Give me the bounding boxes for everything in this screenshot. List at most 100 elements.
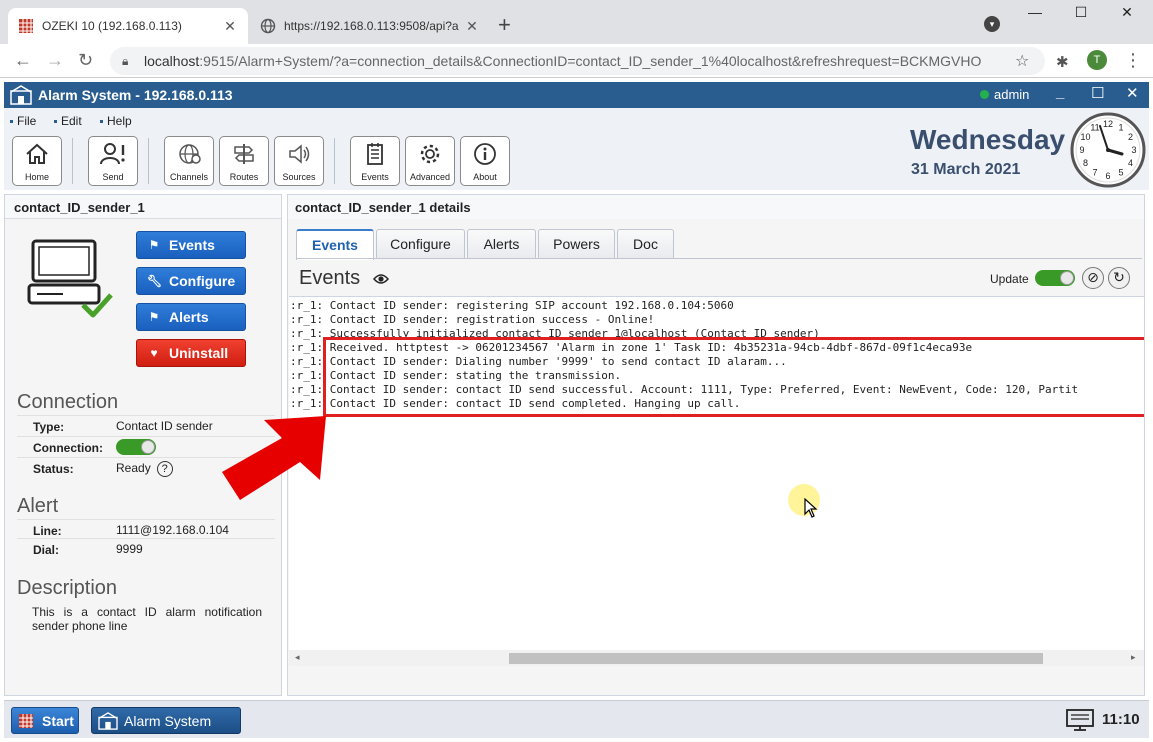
browser-tab-title: https://192.168.0.113:9508/api?a <box>284 19 459 33</box>
scroll-right-icon[interactable]: ▸ <box>1131 652 1136 663</box>
routes-label: Routes <box>229 172 259 182</box>
tab-alerts[interactable]: Alerts <box>467 229 536 259</box>
connection-name: contact_ID_sender_1 <box>5 195 281 219</box>
address-bar[interactable]: 🔒︎ localhost:9515/Alarm+System/?a=connec… <box>110 47 1045 75</box>
line-value: 1111@192.168.0.104 <box>116 523 229 537</box>
start-label: Start <box>42 712 74 729</box>
taskbar-alarm-system[interactable]: Alarm System <box>91 707 241 734</box>
tab-powers[interactable]: Powers <box>538 229 615 259</box>
user-name: admin <box>994 87 1030 102</box>
close-tab-icon[interactable]: ✕ <box>222 18 238 35</box>
connection-toggle[interactable] <box>116 439 156 455</box>
clock-numeral: 8 <box>1083 158 1088 168</box>
events-toolbar-button[interactable]: Events <box>350 136 400 186</box>
minimize-window-icon[interactable]: — <box>1012 4 1058 20</box>
configure-button-label: Configure <box>169 273 236 289</box>
maximize-window-icon[interactable]: ☐ <box>1058 4 1104 21</box>
clock-numeral: 12 <box>1103 119 1113 129</box>
browser-tab-api[interactable]: https://192.168.0.113:9508/api?a ✕ <box>250 8 490 44</box>
clock-numeral: 2 <box>1128 132 1133 142</box>
routes-icon <box>234 144 254 164</box>
forward-icon[interactable]: → <box>46 50 64 71</box>
line-row: Line: 1111@192.168.0.104 <box>17 519 275 540</box>
logged-in-user[interactable]: admin <box>980 87 1029 102</box>
bookmark-star-icon[interactable]: ☆ <box>1015 51 1045 71</box>
gear-icon <box>420 144 440 164</box>
channels-button[interactable]: Channels <box>164 136 214 186</box>
tab-configure[interactable]: Configure <box>376 229 465 259</box>
event-log[interactable]: :r_1: Contact ID sender: registering SIP… <box>289 296 1144 664</box>
send-button[interactable]: Send <box>88 136 138 186</box>
red-pointer-arrow-icon <box>222 416 326 500</box>
menu-edit[interactable]: Edit <box>54 114 82 128</box>
app-taskbar: Start Alarm System 11:10 <box>4 700 1149 738</box>
scroll-left-icon[interactable]: ◂ <box>295 652 300 663</box>
send-icon <box>100 143 125 165</box>
about-button[interactable]: About <box>460 136 510 186</box>
browser-tab-ozeki[interactable]: OZEKI 10 (192.168.0.113) ✕ <box>8 8 248 44</box>
monitor-icon[interactable] <box>1066 709 1094 731</box>
toolbar-separator <box>72 138 73 184</box>
menu-file[interactable]: File <box>10 114 36 128</box>
toolbar-separator <box>334 138 335 184</box>
app-title: Alarm System - 192.168.0.113 <box>38 87 233 103</box>
browser-menu-icon[interactable]: ⋮ <box>1124 50 1142 71</box>
events-flag-icon: ⚑ <box>148 238 160 252</box>
events-toolbar-label: Events <box>361 172 389 182</box>
browser-tab-strip: OZEKI 10 (192.168.0.113) ✕ https://192.1… <box>0 0 1153 44</box>
new-tab-button[interactable]: + <box>498 12 511 38</box>
eye-icon[interactable] <box>373 273 389 285</box>
home-label: Home <box>24 172 49 182</box>
refresh-icon[interactable]: ↻ <box>1108 267 1130 289</box>
mouse-cursor-icon <box>804 498 818 518</box>
current-date: 31 March 2021 <box>911 161 1021 178</box>
globe-icon <box>260 18 276 34</box>
clock-numeral: 5 <box>1118 168 1123 178</box>
alerts-button[interactable]: ⚑ Alerts <box>136 303 246 331</box>
alarm-system-logo-icon <box>10 85 32 105</box>
alerts-button-label: Alerts <box>169 309 209 325</box>
current-day: Wednesday <box>910 124 1066 155</box>
advanced-button[interactable]: Advanced <box>405 136 455 186</box>
details-header: contact_ID_sender_1 details <box>288 195 1144 219</box>
close-tab-icon[interactable]: ✕ <box>464 18 480 35</box>
close-window-icon[interactable]: ✕ <box>1104 4 1150 21</box>
clock-numeral: 3 <box>1131 145 1136 155</box>
url-path: :9515/Alarm+System/?a=connection_details… <box>199 53 982 69</box>
reload-icon[interactable]: ↻ <box>78 50 93 71</box>
alerts-flag-icon: ⚑ <box>148 310 160 324</box>
browser-toolbar: ← → ↻ 🔒︎ localhost:9515/Alarm+System/?a=… <box>0 44 1153 78</box>
menu-help[interactable]: Help <box>100 114 132 128</box>
clock-numeral: 9 <box>1079 145 1084 155</box>
type-value: Contact ID sender <box>116 419 213 433</box>
update-toggle[interactable] <box>1035 270 1075 286</box>
back-icon[interactable]: ← <box>14 50 32 71</box>
url-host: localhost <box>144 53 200 69</box>
toolbar-separator <box>148 138 149 184</box>
help-icon[interactable]: ? <box>156 461 173 477</box>
about-label: About <box>473 172 497 182</box>
extensions-puzzle-icon[interactable]: ✱ <box>1056 53 1069 71</box>
app-minimize-icon[interactable]: _ <box>1056 84 1064 101</box>
stop-icon[interactable]: ⊘ <box>1082 267 1104 289</box>
events-button[interactable]: ⚑ Events <box>136 231 246 259</box>
start-button[interactable]: Start <box>11 707 79 734</box>
status-label: Status: <box>33 462 74 476</box>
tab-doc[interactable]: Doc <box>617 229 674 259</box>
horizontal-scrollbar[interactable]: ◂ ▸ <box>289 650 1144 666</box>
uninstall-button[interactable]: ♥ Uninstall <box>136 339 246 367</box>
app-close-icon[interactable]: ✕ <box>1126 84 1139 102</box>
sources-button[interactable]: Sources <box>274 136 324 186</box>
scrollbar-thumb[interactable] <box>509 653 1043 664</box>
alarm-system-taskbar-icon <box>98 711 118 730</box>
profile-avatar[interactable]: T <box>1087 50 1107 70</box>
type-label: Type: <box>33 420 65 434</box>
routes-button[interactable]: Routes <box>219 136 269 186</box>
home-button[interactable]: Home <box>12 136 62 186</box>
tab-search-icon[interactable]: ▾ <box>984 16 1000 32</box>
configure-button[interactable]: 🔧︎ Configure <box>136 267 246 295</box>
tab-underline <box>296 258 1142 259</box>
app-maximize-icon[interactable]: ☐ <box>1091 84 1104 102</box>
tab-events[interactable]: Events <box>296 229 374 260</box>
advanced-label: Advanced <box>409 172 451 182</box>
